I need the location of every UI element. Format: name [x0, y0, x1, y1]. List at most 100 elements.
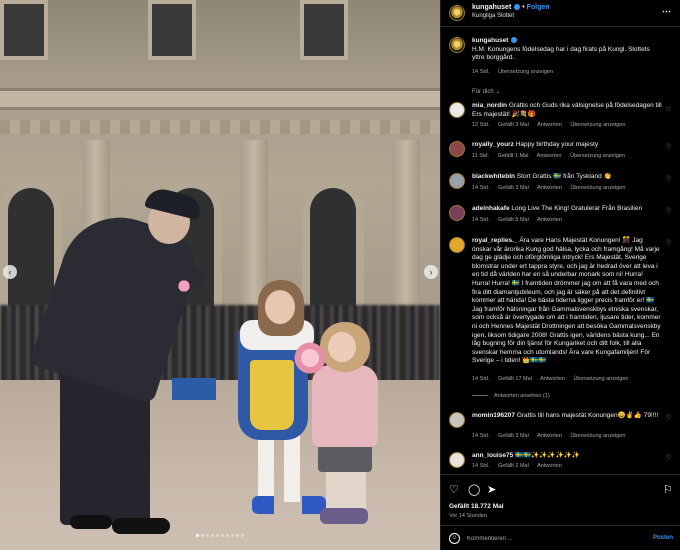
small-girl-coat [312, 365, 378, 447]
avatar[interactable] [449, 141, 465, 157]
comment-user[interactable]: mia_nordin [472, 102, 507, 109]
for-you-filter[interactable]: Für dich ⌄ [472, 88, 500, 95]
comment-user[interactable]: blackwhitebln [472, 173, 515, 180]
comment-user[interactable]: royal_replies._ [472, 237, 518, 244]
carousel-dot [241, 534, 244, 537]
avatar[interactable] [449, 205, 465, 221]
girl-shoes [252, 496, 326, 514]
like-heart-icon[interactable]: ♡ [666, 175, 671, 182]
translate-link[interactable]: Übersetzung anzeigen [570, 433, 625, 439]
likes-count[interactable]: Gefällt 18.772 Mal [449, 503, 504, 510]
comment-likes[interactable]: Gefällt 1 Mal [498, 153, 529, 159]
view-replies-button[interactable]: Antworten ansehen (1) [472, 393, 550, 399]
comment-icon[interactable]: ◯ [468, 483, 480, 496]
carousel-dot [231, 534, 234, 537]
comment-input[interactable] [467, 532, 637, 545]
avatar[interactable] [449, 102, 465, 118]
comment-text: Stort Grattis 🇸🇪 från Tyskland 👏 [516, 173, 612, 180]
like-heart-icon[interactable]: ♡ [666, 454, 671, 461]
more-horizontal-icon[interactable]: ⋯ [662, 6, 671, 17]
translate-link[interactable]: Übersetzung anzeigen [570, 122, 625, 128]
like-heart-icon[interactable]: ♡ [666, 143, 671, 150]
reply-button[interactable]: Antworten [537, 433, 562, 439]
comment-time[interactable]: 14 Std. [472, 217, 489, 223]
comment-likes[interactable]: Gefällt 5 Mal [498, 217, 529, 223]
comment-meta: 11 Std. Gefällt 1 Mal Antworten Übersetz… [472, 153, 632, 159]
reply-button[interactable]: Antworten [537, 153, 562, 159]
reply-button[interactable]: Antworten [537, 185, 562, 191]
caption-body: kungahuset H.M. Konungens födelsedag har… [472, 37, 662, 63]
girl-figure [258, 430, 300, 502]
verified-icon [514, 4, 521, 11]
small-girl-skirt [318, 444, 372, 472]
avatar[interactable] [449, 452, 465, 468]
carousel-prev-button[interactable]: ‹ [3, 265, 17, 279]
comment-user[interactable]: adeinhakafe [472, 205, 510, 212]
comment-user[interactable]: ann_louise75 [472, 452, 513, 459]
like-heart-icon[interactable]: ♡ [666, 207, 671, 214]
translate-link[interactable]: Übersetzung anzeigen [498, 69, 553, 75]
comment-user[interactable]: momin196207 [472, 412, 515, 419]
comments-list[interactable]: kungahuset H.M. Konungens födelsedag har… [441, 28, 680, 470]
comment-time[interactable]: 12 Std. [472, 122, 489, 128]
carousel-dot [226, 534, 229, 537]
emoji-icon[interactable]: ☺ [449, 533, 460, 544]
account-line: kungahuset • Folgen [472, 4, 550, 11]
comment-meta: 12 Std. Gefällt 3 Mal Antworten Übersetz… [472, 122, 632, 128]
share-icon[interactable]: ➤ [487, 483, 496, 496]
comment-meta: 14 Std. Gefällt 3 Mal Antworten Übersetz… [472, 433, 632, 439]
reply-button[interactable]: Antworten [537, 463, 562, 469]
comment-likes[interactable]: Gefällt 17 Mal [498, 376, 532, 382]
comment-likes[interactable]: Gefällt 3 Mal [498, 122, 529, 128]
comment-body: blackwhitebln Stort Grattis 🇸🇪 från Tysk… [472, 173, 662, 182]
follow-button[interactable]: Folgen [527, 4, 550, 11]
avatar[interactable] [449, 173, 465, 189]
translate-link[interactable]: Übersetzung anzeigen [570, 185, 625, 191]
palace-window [300, 0, 348, 60]
carousel-next-button[interactable]: › [424, 265, 438, 279]
comment-likes[interactable]: Gefällt 2 Mal [498, 463, 529, 469]
comment-body: royally_yourz Happy birthday your majest… [472, 141, 662, 150]
palace-window [0, 0, 48, 60]
like-heart-icon[interactable]: ♡ [666, 414, 671, 421]
comment-meta: 14 Std. Gefällt 3 Mal Antworten Übersetz… [472, 185, 632, 191]
palace-window [148, 0, 196, 60]
carousel-dot [216, 534, 219, 537]
verified-icon [511, 37, 518, 44]
comment-meta: 14 Std. Gefällt 17 Mal Antworten Überset… [472, 376, 635, 382]
comment-likes[interactable]: Gefällt 3 Mal [498, 433, 529, 439]
comment-meta: 14 Std. Gefällt 2 Mal Antworten [472, 463, 569, 469]
comment-time[interactable]: 14 Std. [472, 376, 489, 382]
reply-button[interactable]: Antworten [537, 122, 562, 128]
caption-time[interactable]: 14 Std. [472, 69, 489, 75]
avatar[interactable] [449, 5, 465, 21]
like-heart-icon[interactable]: ♡ [666, 106, 671, 113]
translate-link[interactable]: Übersetzung anzeigen [573, 376, 628, 382]
comment-time[interactable]: 14 Std. [472, 433, 489, 439]
post-comment-button[interactable]: Posten [653, 535, 673, 541]
account-name[interactable]: kungahuset [472, 4, 511, 11]
small-girl-face [328, 332, 356, 362]
caption-user[interactable]: kungahuset [472, 37, 508, 44]
comment-likes[interactable]: Gefällt 3 Mal [498, 185, 529, 191]
reply-button[interactable]: Antworten [540, 376, 565, 382]
avatar[interactable] [449, 37, 465, 53]
comment-time[interactable]: 14 Std. [472, 463, 489, 469]
avatar[interactable] [449, 237, 465, 253]
translate-link[interactable]: Übersetzung anzeigen [570, 153, 625, 159]
bookmark-icon[interactable]: ⚐ [663, 483, 673, 496]
bouquet [292, 340, 328, 376]
like-heart-icon[interactable]: ♡ [449, 483, 459, 496]
like-heart-icon[interactable]: ♡ [666, 239, 671, 246]
post-time[interactable]: Vor 14 Stunden [449, 513, 487, 519]
comment-user[interactable]: royally_yourz [472, 141, 514, 148]
location-link[interactable]: Kungliga Slottet [472, 13, 514, 19]
comment-time[interactable]: 11 Std. [472, 153, 489, 159]
reply-button[interactable]: Antworten [537, 217, 562, 223]
small-girl-shoes [320, 508, 368, 524]
comment-text: Happy birthday your majesty [515, 141, 599, 148]
post-photo[interactable]: ‹ › [0, 0, 440, 550]
avatar[interactable] [449, 412, 465, 428]
comment-time[interactable]: 14 Std. [472, 185, 489, 191]
comment-body: mia_nordin Grattis och Guds rika välsign… [472, 102, 662, 119]
